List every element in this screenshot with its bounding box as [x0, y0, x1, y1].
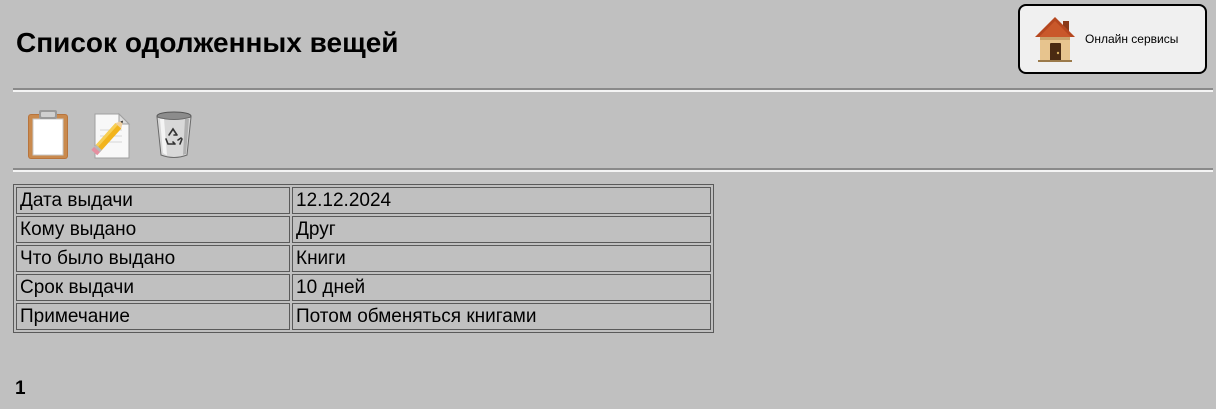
delete-button[interactable] — [152, 108, 196, 160]
item-label: Что было выдано — [16, 245, 290, 272]
table-row: Дата выдачи 12.12.2024 — [16, 187, 711, 214]
online-services-label: Онлайн сервисы — [1085, 32, 1179, 46]
note-label: Примечание — [16, 303, 290, 330]
online-services-button[interactable]: Онлайн сервисы — [1018, 4, 1207, 74]
recipient-value: Друг — [292, 216, 711, 243]
page-title: Список одолженных вещей — [16, 27, 399, 58]
edit-document-icon — [91, 112, 131, 159]
item-value: Книги — [292, 245, 711, 272]
table-row: Что было выдано Книги — [16, 245, 711, 272]
house-icon — [1035, 17, 1075, 62]
recipient-label: Кому выдано — [16, 216, 290, 243]
issue-date-value: 12.12.2024 — [292, 187, 711, 214]
loan-period-label: Срок выдачи — [16, 274, 290, 301]
recycle-bin-icon — [156, 111, 192, 158]
top-divider — [13, 88, 1213, 92]
bottom-divider — [13, 168, 1213, 172]
issue-date-label: Дата выдачи — [16, 187, 290, 214]
table-row: Срок выдачи 10 дней — [16, 274, 711, 301]
loan-details-table: Дата выдачи 12.12.2024 Кому выдано Друг … — [13, 184, 714, 333]
table-row: Кому выдано Друг — [16, 216, 711, 243]
page-number[interactable]: 1 — [15, 378, 26, 400]
clipboard-icon — [28, 110, 68, 159]
table-row: Примечание Потом обменяться книгами — [16, 303, 711, 330]
note-value: Потом обменяться книгами — [292, 303, 711, 330]
clipboard-button[interactable] — [26, 108, 70, 160]
loan-period-value: 10 дней — [292, 274, 711, 301]
toolbar — [26, 106, 215, 160]
edit-button[interactable] — [89, 108, 133, 160]
